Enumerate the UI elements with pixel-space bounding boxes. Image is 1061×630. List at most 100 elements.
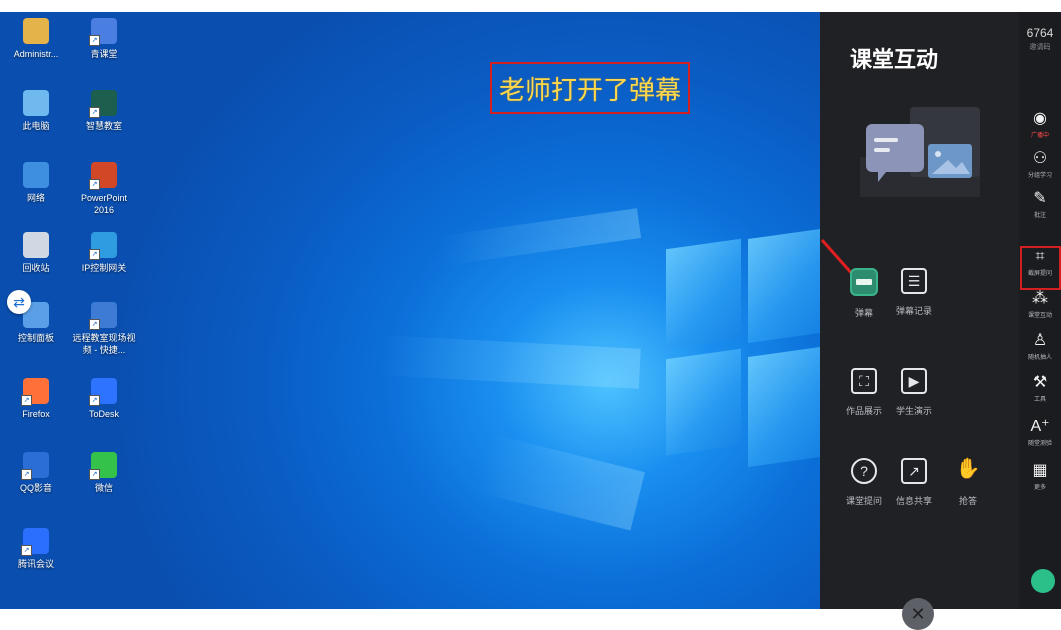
desktop-icon-label: PowerPoint 2016 bbox=[80, 193, 128, 215]
tool-danmaku-record[interactable]: ☰ 弹幕记录 bbox=[884, 268, 944, 317]
desktop-icon[interactable]: Administr... bbox=[4, 18, 68, 60]
rail-item-label: 广播中 bbox=[1030, 133, 1049, 139]
shortcut-arrow-icon: ↗ bbox=[89, 395, 100, 406]
hand-raise-icon: ✋ bbox=[955, 458, 981, 480]
tool-label: 学生演示 bbox=[895, 406, 932, 416]
desktop-icon[interactable]: 网络 bbox=[4, 162, 68, 204]
highlight-box bbox=[1020, 246, 1061, 290]
question-icon: ? bbox=[851, 458, 877, 484]
shortcut-arrow-icon: ↗ bbox=[89, 35, 100, 46]
desktop-icon-label: 微信 bbox=[94, 483, 113, 493]
desktop-icon-label: Firefox bbox=[22, 409, 50, 419]
rail-item-more-grid[interactable]: ▦ 更多 bbox=[1019, 462, 1061, 491]
annotation-caption: 老师打开了弹幕 bbox=[490, 62, 690, 114]
computer-icon bbox=[23, 90, 49, 116]
remote-classroom-icon: ↗ bbox=[89, 302, 117, 330]
random-pick-icon: ♙ bbox=[1032, 332, 1048, 349]
globe-icon: ↗ bbox=[89, 232, 117, 260]
qq-player-icon: ↗ bbox=[21, 452, 49, 480]
interaction-icon: ⁂ bbox=[1032, 290, 1048, 307]
desktop-icon-label: 青课堂 bbox=[90, 49, 118, 59]
desktop-icon[interactable]: ↗ 微信 bbox=[72, 452, 136, 494]
desktop-icon-label: 回收站 bbox=[22, 263, 50, 273]
rail-item-interaction[interactable]: ⁂ 课堂互动 bbox=[1019, 290, 1061, 319]
firefox-icon: ↗ bbox=[21, 378, 49, 406]
tencent-meeting-icon: ↗ bbox=[21, 528, 49, 556]
quiz-icon: A⁺ bbox=[1030, 418, 1050, 435]
panel-title: 课堂互动 bbox=[850, 47, 939, 72]
share-icon: ↗ bbox=[901, 458, 927, 484]
desktop-icon-label: 智慧教室 bbox=[85, 121, 122, 131]
tool-label: 弹幕记录 bbox=[895, 306, 932, 316]
desktop-icon-label: 腾讯会议 bbox=[17, 559, 54, 569]
user-folder-icon bbox=[23, 18, 49, 44]
network-icon bbox=[23, 162, 49, 188]
rail-item-label: 工具 bbox=[1033, 397, 1046, 403]
book-icon[interactable] bbox=[1031, 569, 1055, 593]
desktop-icon[interactable]: 此电脑 bbox=[4, 90, 68, 132]
desktop-icon[interactable]: ↗ 智慧教室 bbox=[72, 90, 136, 132]
light-beam bbox=[475, 433, 645, 531]
invite-code: 6764 bbox=[1026, 26, 1054, 40]
rail-item-label: 更多 bbox=[1033, 485, 1046, 491]
rail-item-label: 批注 bbox=[1033, 213, 1046, 219]
close-icon[interactable]: ✕ bbox=[902, 598, 934, 630]
invite-code-label: 邀请码 bbox=[1029, 44, 1051, 51]
shortcut-arrow-icon: ↗ bbox=[89, 319, 100, 330]
shortcut-arrow-icon: ↗ bbox=[89, 249, 100, 260]
rail-item-group[interactable]: ⚇ 分组学习 bbox=[1019, 150, 1061, 179]
rail-item-random-pick[interactable]: ♙ 随机抽人 bbox=[1019, 332, 1061, 361]
light-beam bbox=[379, 335, 641, 389]
group-icon: ⚇ bbox=[1032, 150, 1048, 167]
broadcast-icon: ◉ bbox=[1033, 110, 1047, 127]
tool-share[interactable]: ↗ 信息共享 bbox=[884, 458, 944, 507]
desktop-icon-label: 此电脑 bbox=[22, 121, 50, 131]
shortcut-arrow-icon: ↗ bbox=[21, 395, 32, 406]
windows-logo bbox=[636, 228, 820, 468]
desktop-icon-label: IP控制网关 bbox=[81, 263, 127, 273]
desktop-icon-label: 网络 bbox=[26, 193, 45, 203]
desktop-icon[interactable]: ↗ 腾讯会议 bbox=[4, 528, 68, 570]
desktop-icon[interactable]: ↗ 青课堂 bbox=[72, 18, 136, 60]
smart-classroom-icon: ↗ bbox=[89, 90, 117, 118]
danmaku-icon bbox=[850, 268, 878, 296]
shortcut-arrow-icon: ↗ bbox=[21, 545, 32, 556]
desktop-icon-label: QQ影音 bbox=[19, 483, 52, 493]
powerpoint-icon: ↗ bbox=[89, 162, 117, 190]
tool-hand-raise[interactable]: ✋ 抢答 bbox=[938, 458, 998, 507]
wechat-icon: ↗ bbox=[89, 452, 117, 480]
image-showcase-icon: ⛶ bbox=[851, 368, 877, 394]
recycle-bin-icon bbox=[23, 232, 49, 258]
desktop-icon[interactable]: 回收站 bbox=[4, 232, 68, 274]
play-screen-icon: ▶ bbox=[901, 368, 927, 394]
desktop-icon-label: 控制面板 bbox=[17, 333, 54, 343]
rail-item-label: 随机抽人 bbox=[1027, 355, 1052, 361]
desktop-icon-label: 远程教室现场视频 - 快捷... bbox=[72, 333, 136, 355]
wrench-icon: ⚒ bbox=[1032, 374, 1048, 391]
desktop-icon-label: ToDesk bbox=[88, 409, 119, 419]
shortcut-arrow-icon: ↗ bbox=[89, 107, 100, 118]
desktop-icon[interactable]: ↗ PowerPoint 2016 bbox=[72, 162, 136, 216]
rail-item-broadcast[interactable]: ◉ 广播中 bbox=[1019, 110, 1061, 139]
rail-item-label: 课堂互动 bbox=[1027, 313, 1052, 319]
shortcut-arrow-icon: ↗ bbox=[89, 469, 100, 480]
rail-item-annotate[interactable]: ✎ 批注 bbox=[1019, 190, 1061, 219]
tool-label: 抢答 bbox=[958, 496, 977, 506]
desktop-icon[interactable]: ↗ Firefox bbox=[4, 378, 68, 420]
qingketang-app-icon: ↗ bbox=[89, 18, 117, 46]
annotate-icon: ✎ bbox=[1033, 190, 1047, 207]
tool-label: 信息共享 bbox=[895, 496, 932, 506]
tool-play-screen[interactable]: ▶ 学生演示 bbox=[884, 368, 944, 417]
swap-arrows-icon[interactable]: ⇄ bbox=[7, 290, 31, 314]
todesk-icon: ↗ bbox=[89, 378, 117, 406]
desktop-icon[interactable]: ↗ IP控制网关 bbox=[72, 232, 136, 274]
desktop-icon-label: Administr... bbox=[13, 49, 59, 59]
shortcut-arrow-icon: ↗ bbox=[89, 179, 100, 190]
desktop-icon[interactable]: ↗ 远程教室现场视频 - 快捷... bbox=[72, 302, 136, 356]
chat-illustration-icon bbox=[860, 107, 980, 197]
more-grid-icon: ▦ bbox=[1032, 462, 1048, 479]
rail-item-quiz[interactable]: A⁺ 随堂测验 bbox=[1019, 418, 1061, 447]
rail-item-wrench[interactable]: ⚒ 工具 bbox=[1019, 374, 1061, 403]
desktop-icon[interactable]: ↗ ToDesk bbox=[72, 378, 136, 420]
desktop-icon[interactable]: ↗ QQ影音 bbox=[4, 452, 68, 494]
